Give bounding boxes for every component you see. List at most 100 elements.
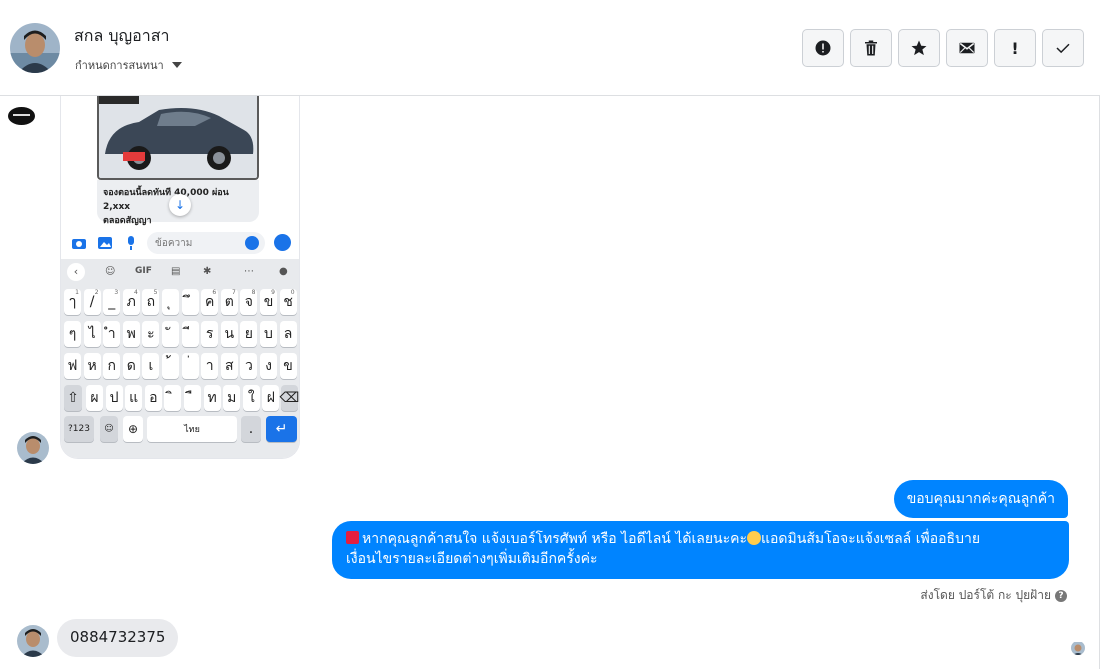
keyboard-key: ผ <box>86 385 103 411</box>
image-icon <box>98 237 112 249</box>
smiling-hearts-emoji-icon <box>747 531 761 545</box>
contact-avatar[interactable] <box>10 23 60 73</box>
keyboard-key: ภ4 <box>122 289 140 315</box>
keyboard-key: ี <box>181 321 199 347</box>
camera-icon <box>72 239 86 249</box>
done-button[interactable] <box>1042 29 1084 67</box>
enter-icon: ↵ <box>266 416 297 442</box>
keyboard-key: ิ <box>164 385 182 411</box>
keyboard-key: น <box>220 321 238 347</box>
keyboard-key: ใ <box>242 385 260 411</box>
keyboard-key: ถ5 <box>142 289 160 315</box>
keyboard-key: อ <box>144 385 162 411</box>
keyboard-key: ุ <box>162 289 179 315</box>
assign-label: กำหนดการสนทนา <box>75 59 164 72</box>
keyboard-key: เ <box>142 353 160 379</box>
keyboard-key: ค6 <box>201 289 219 315</box>
keyboard-key: /2 <box>83 289 101 315</box>
sent-by-label: ส่งโดย ปอร์โต้ กะ ปุยฝ้าย ? <box>920 586 1067 605</box>
keyboard-key: ท <box>203 385 221 411</box>
exclamation-icon: ! <box>1011 38 1019 58</box>
star-button[interactable] <box>898 29 940 67</box>
sticker-icon: ☺ <box>105 266 116 277</box>
keyboard-key: ไ <box>83 321 101 347</box>
keyboard-key: ด <box>122 353 140 379</box>
numbers-key: ?123 <box>64 416 94 442</box>
assign-conversation-dropdown[interactable]: กำหนดการสนทนา <box>75 56 182 74</box>
keyboard-key: แ <box>125 385 143 411</box>
period-key: . <box>241 416 261 442</box>
delete-button[interactable] <box>850 29 892 67</box>
caption-line-2: ตลอดสัญญา <box>103 216 152 226</box>
keyboard-key: ร <box>201 321 219 347</box>
message-text-1b: แอดมินส้มโอจะแจ้งเซลล์ เพื่ออธิบาย <box>761 531 981 547</box>
phone-keyboard: ‹ ☺ GIF ▤ ✱ ⋯ ● ๅ1/2_3ภ4ถ5ุึค6ต7จ8ข9ช0 ๆไ… <box>61 259 299 458</box>
message-text: 0884732375 <box>70 628 166 646</box>
shift-icon: ⇧ <box>64 385 82 411</box>
keyboard-key: ะ <box>142 321 160 347</box>
follow-up-button[interactable]: ! <box>994 29 1036 67</box>
keyboard-key: ต7 <box>220 289 238 315</box>
caret-down-icon <box>171 62 182 68</box>
emoji-key: ☺ <box>100 416 118 442</box>
emoji-icon <box>245 236 259 250</box>
keyboard-key: ่ <box>181 353 199 379</box>
keyboard-key: ล <box>279 321 297 347</box>
keyboard-key: ๅ1 <box>64 289 81 315</box>
keyboard-key: ป <box>105 385 123 411</box>
sent-by-text: ส่งโดย ปอร์โต้ กะ ปุยฝ้าย <box>920 588 1051 602</box>
keyboard-key: ๆ <box>64 321 81 347</box>
incoming-message[interactable]: 0884732375 <box>57 619 179 657</box>
outgoing-message[interactable]: ขอบคุณมากค่ะคุณลูกค้า <box>893 480 1068 518</box>
page-logo <box>8 107 35 125</box>
keyboard-key: _ 3 <box>103 289 121 315</box>
message-text: ขอบคุณมากค่ะคุณลูกค้า <box>906 491 1055 507</box>
keyboard-key: ข <box>279 353 297 379</box>
space-key: ไทย <box>147 416 237 442</box>
question-circle-icon[interactable]: ? <box>1055 589 1067 602</box>
conversation-header: สกล บุญอาสา กำหนดการสนทนา ! <box>0 0 1100 96</box>
microphone-icon <box>128 236 134 250</box>
spam-button[interactable] <box>802 29 844 67</box>
backspace-icon: ⌫ <box>280 385 299 411</box>
keyboard-key: ั <box>162 321 179 347</box>
alert-circle-icon <box>815 40 831 56</box>
message-line-1: หากคุณลูกค้าสนใจ แจ้งเบอร์โทรศัพท์ หรือ … <box>346 529 1055 549</box>
keyboard-key: ส <box>220 353 238 379</box>
keyboard-key: ช0 <box>279 289 297 315</box>
conversation-thread[interactable]: จองตอนนี้ลดทันที 40,000 ผ่อน 2,xxx ตลอดส… <box>0 96 1100 669</box>
keyboard-key: ม <box>223 385 241 411</box>
header-actions: ! <box>802 29 1084 67</box>
keyboard-key: ก <box>103 353 121 379</box>
contact-avatar-small[interactable] <box>17 432 49 464</box>
keyboard-mic-icon: ● <box>279 266 288 277</box>
message-text-1a: หากคุณลูกค้าสนใจ แจ้งเบอร์โทรศัพท์ หรือ … <box>362 531 747 547</box>
keyboard-key: ห <box>83 353 101 379</box>
seen-avatar <box>1071 641 1085 655</box>
keyboard-key: ื <box>184 385 201 411</box>
keyboard-key: ง <box>260 353 277 379</box>
keyboard-key: ึ <box>181 289 199 315</box>
mark-unread-button[interactable] <box>946 29 988 67</box>
keyboard-key: ้ <box>162 353 179 379</box>
car-photo <box>97 96 259 180</box>
more-icon: ⋯ <box>244 266 254 277</box>
clipboard-icon: ▤ <box>171 266 181 277</box>
keyboard-key: ฟ <box>64 353 81 379</box>
envelope-icon <box>959 42 975 54</box>
telephone-emoji-icon <box>346 531 359 544</box>
menu-icon <box>274 234 291 251</box>
keyboard-key: ข9 <box>260 289 277 315</box>
outgoing-message-long[interactable]: หากคุณลูกค้าสนใจ แจ้งเบอร์โทรศัพท์ หรือ … <box>332 521 1069 579</box>
keyboard-key: พ <box>122 321 140 347</box>
keyboard-key: ย <box>240 321 258 347</box>
arrow-down-icon: ↓ <box>169 194 191 216</box>
chevron-left-icon: ‹ <box>67 263 85 281</box>
contact-name[interactable]: สกล บุญอาสา <box>74 24 169 49</box>
check-icon <box>1056 43 1070 54</box>
keyboard-key: บ <box>260 321 277 347</box>
settings-icon: ✱ <box>203 266 212 277</box>
trash-icon <box>865 40 877 56</box>
contact-avatar-small[interactable] <box>17 625 49 657</box>
shared-image-message[interactable]: จองตอนนี้ลดทันที 40,000 ผ่อน 2,xxx ตลอดส… <box>60 96 300 459</box>
